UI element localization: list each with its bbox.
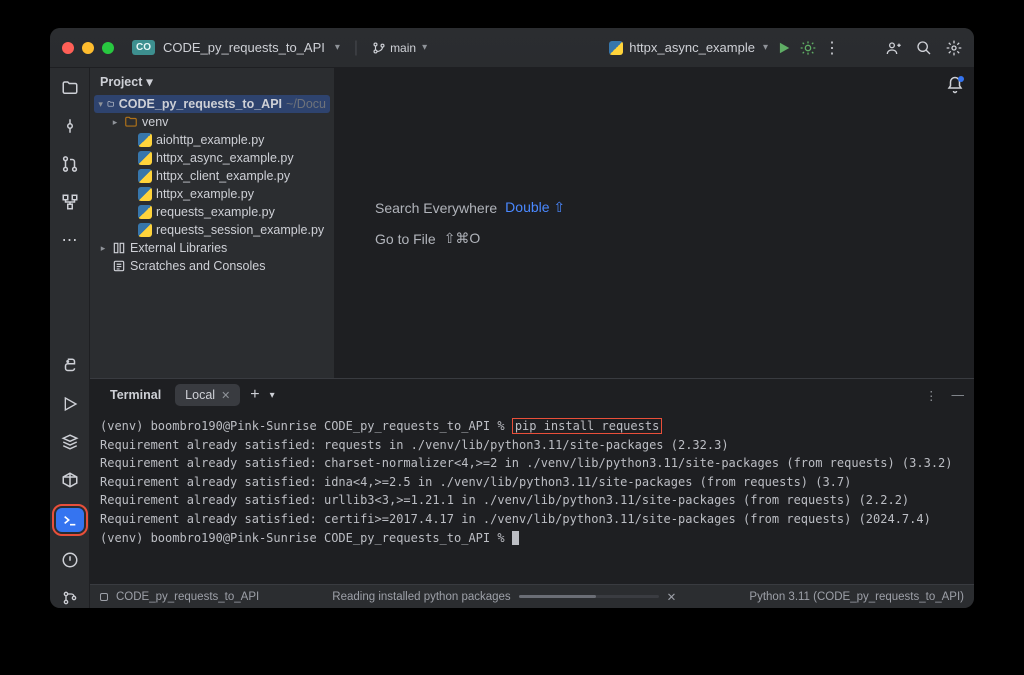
terminal-tabs: Terminal Local ✕ + ▾ ⋮ — <box>90 379 974 411</box>
python-icon <box>138 187 152 201</box>
editor-area: Search Everywhere Double ⇧ Go to File ⇧⌘… <box>335 68 974 378</box>
tree-scratches[interactable]: Scratches and Consoles <box>94 257 330 275</box>
ide-window: CO CODE_py_requests_to_API ▾ | main ▾ ht… <box>50 28 974 608</box>
python-icon <box>138 151 152 165</box>
code-with-me-icon[interactable] <box>886 40 902 56</box>
services-tool-icon[interactable] <box>60 470 80 490</box>
highlighted-command: pip install requests <box>512 418 663 434</box>
tree-file[interactable]: requests_session_example.py <box>94 221 330 239</box>
more-tool-icon[interactable]: ⋯ <box>60 230 80 250</box>
expand-icon[interactable]: ▾ <box>98 99 103 110</box>
tree-root[interactable]: ▾ CODE_py_requests_to_API ~/Docu <box>94 95 330 113</box>
problems-tool-icon[interactable] <box>60 550 80 570</box>
tree-file[interactable]: requests_example.py <box>94 203 330 221</box>
run-button[interactable] <box>776 40 792 56</box>
maximize-icon[interactable] <box>102 42 114 54</box>
branch-name: main <box>390 41 416 55</box>
search-everywhere-hint: Search Everywhere Double ⇧ <box>375 199 565 216</box>
left-tool-rail: ⋯ <box>50 68 90 608</box>
terminal-cursor <box>512 531 519 545</box>
tree-file[interactable]: httpx_example.py <box>94 185 330 203</box>
terminal-options-icon[interactable]: ⋮ <box>925 388 938 403</box>
run-configuration[interactable]: httpx_async_example ▾ <box>609 40 768 55</box>
commit-tool-icon[interactable] <box>60 116 80 136</box>
status-file[interactable]: CODE_py_requests_to_API <box>116 591 259 603</box>
terminal-panel: Terminal Local ✕ + ▾ ⋮ — (venv) boombro1… <box>90 378 974 584</box>
chevron-down-icon[interactable]: ▾ <box>270 390 275 401</box>
window-controls <box>62 42 114 54</box>
python-icon <box>138 169 152 183</box>
status-icon[interactable] <box>100 593 108 601</box>
chevron-down-icon[interactable]: ▾ <box>335 42 340 53</box>
tree-venv[interactable]: ▸ venv <box>94 113 330 131</box>
expand-icon[interactable]: ▸ <box>98 243 108 254</box>
tree-file[interactable]: httpx_async_example.py <box>94 149 330 167</box>
project-title[interactable]: CODE_py_requests_to_API <box>163 40 325 55</box>
project-panel-header[interactable]: Project ▾ <box>90 68 334 95</box>
new-terminal-button[interactable]: + <box>244 386 265 404</box>
terminal-label: Terminal <box>100 384 171 406</box>
project-panel[interactable]: Project ▾ ▾ CODE_py_requests_to_API ~/Do… <box>90 68 335 378</box>
project-badge: CO <box>132 40 155 55</box>
more-icon[interactable]: ⋮ <box>824 40 840 56</box>
close-icon[interactable]: ✕ <box>221 389 230 402</box>
vcs-branch[interactable]: main ▾ <box>372 41 427 55</box>
goto-file-hint: Go to File ⇧⌘O <box>375 230 480 247</box>
settings-icon[interactable] <box>946 40 962 56</box>
debug-button[interactable] <box>800 40 816 56</box>
run-config-name: httpx_async_example <box>629 40 755 55</box>
status-interpreter[interactable]: Python 3.11 (CODE_py_requests_to_API) <box>749 591 964 603</box>
notification-badge <box>958 76 964 82</box>
titlebar: CO CODE_py_requests_to_API ▾ | main ▾ ht… <box>50 28 974 68</box>
chevron-down-icon: ▾ <box>422 42 427 53</box>
project-tree[interactable]: ▾ CODE_py_requests_to_API ~/Docu ▸ venv … <box>90 95 334 283</box>
tree-file[interactable]: aiohttp_example.py <box>94 131 330 149</box>
python-icon <box>609 41 623 55</box>
terminal-tool-icon[interactable] <box>56 508 84 532</box>
progress-bar <box>519 595 659 598</box>
terminal-tab-local[interactable]: Local ✕ <box>175 384 240 406</box>
chevron-down-icon: ▾ <box>763 42 768 53</box>
chevron-down-icon: ▾ <box>146 74 152 89</box>
tree-external-libraries[interactable]: ▸ External Libraries <box>94 239 330 257</box>
expand-icon[interactable]: ▸ <box>110 117 120 128</box>
structure-tool-icon[interactable] <box>60 192 80 212</box>
terminal-output[interactable]: (venv) boombro190@Pink-Sunrise CODE_py_r… <box>90 411 974 584</box>
python-icon <box>138 133 152 147</box>
pull-requests-icon[interactable] <box>60 154 80 174</box>
python-console-icon[interactable] <box>60 356 80 376</box>
hide-terminal-icon[interactable]: — <box>952 388 965 403</box>
status-task: Reading installed python packages <box>332 591 510 603</box>
run-tool-icon[interactable] <box>60 394 80 414</box>
close-icon[interactable] <box>62 42 74 54</box>
packages-tool-icon[interactable] <box>60 432 80 452</box>
python-icon <box>138 223 152 237</box>
python-icon <box>138 205 152 219</box>
status-bar: CODE_py_requests_to_API Reading installe… <box>90 584 974 608</box>
search-icon[interactable] <box>916 40 932 56</box>
tree-file[interactable]: httpx_client_example.py <box>94 167 330 185</box>
project-tool-icon[interactable] <box>60 78 80 98</box>
minimize-icon[interactable] <box>82 42 94 54</box>
cancel-task-icon[interactable]: ✕ <box>667 590 677 604</box>
git-tool-icon[interactable] <box>60 588 80 608</box>
